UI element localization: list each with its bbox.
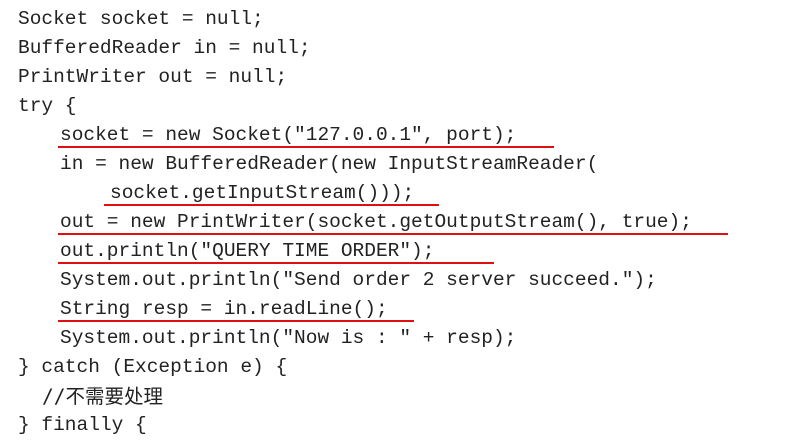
code-line-println-now: System.out.println("Now is : " + resp); (60, 327, 517, 349)
code-line-comment: //不需要处理 (42, 385, 163, 408)
underline-input-stream (104, 204, 439, 206)
underline-println-query (58, 262, 494, 264)
underline-readline (58, 320, 414, 322)
code-listing: Socket socket = null; BufferedReader in … (18, 5, 778, 440)
underline-writer-new (58, 233, 728, 235)
code-line-reader-new: in = new BufferedReader(new InputStreamR… (60, 153, 599, 175)
code-line-catch: } catch (Exception e) { (18, 356, 288, 378)
code-line-println-send: System.out.println("Send order 2 server … (60, 269, 657, 291)
code-line-reader-decl: BufferedReader in = null; (18, 37, 311, 59)
code-line-finally: } finally { (18, 414, 147, 436)
underline-socket-new (58, 146, 554, 148)
code-line-socket-decl: Socket socket = null; (18, 8, 264, 30)
code-line-try: try { (18, 95, 77, 117)
code-line-writer-decl: PrintWriter out = null; (18, 66, 288, 88)
